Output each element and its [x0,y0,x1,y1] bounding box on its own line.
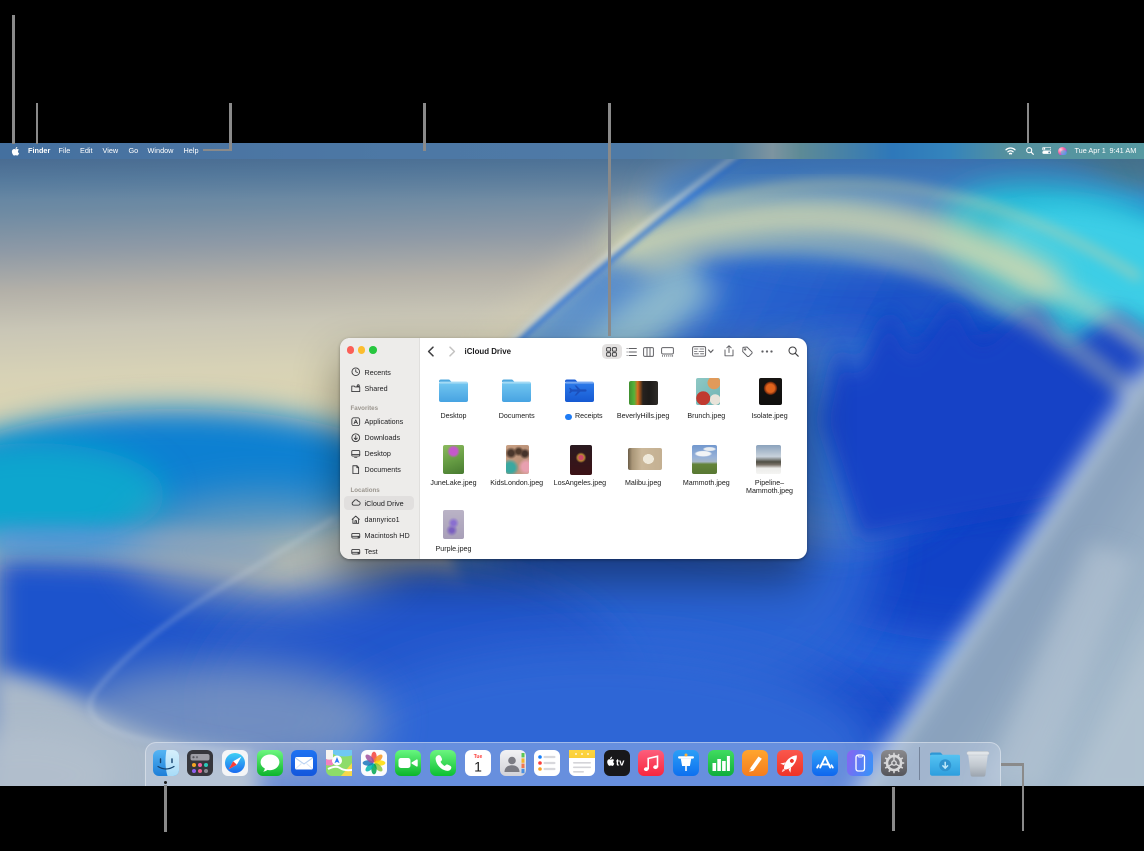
svg-text:1: 1 [474,759,482,775]
svg-text:tv: tv [616,758,625,769]
